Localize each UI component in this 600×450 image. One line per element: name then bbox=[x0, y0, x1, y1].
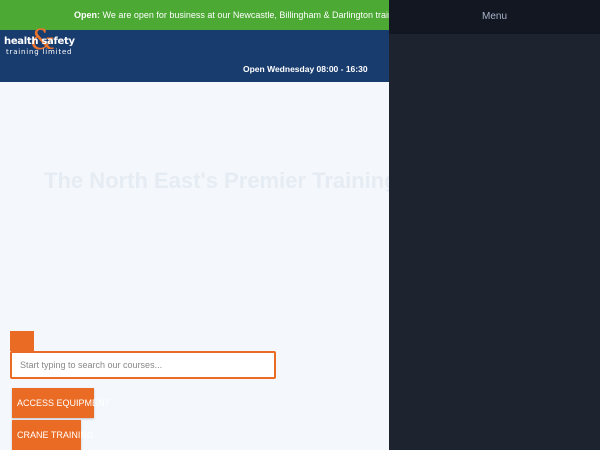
side-menu-panel: Menu bbox=[389, 0, 600, 450]
menu-toggle[interactable]: Menu bbox=[389, 11, 600, 22]
menu-backdrop[interactable] bbox=[0, 0, 389, 450]
page: Open: We are open for business at our Ne… bbox=[0, 0, 600, 450]
